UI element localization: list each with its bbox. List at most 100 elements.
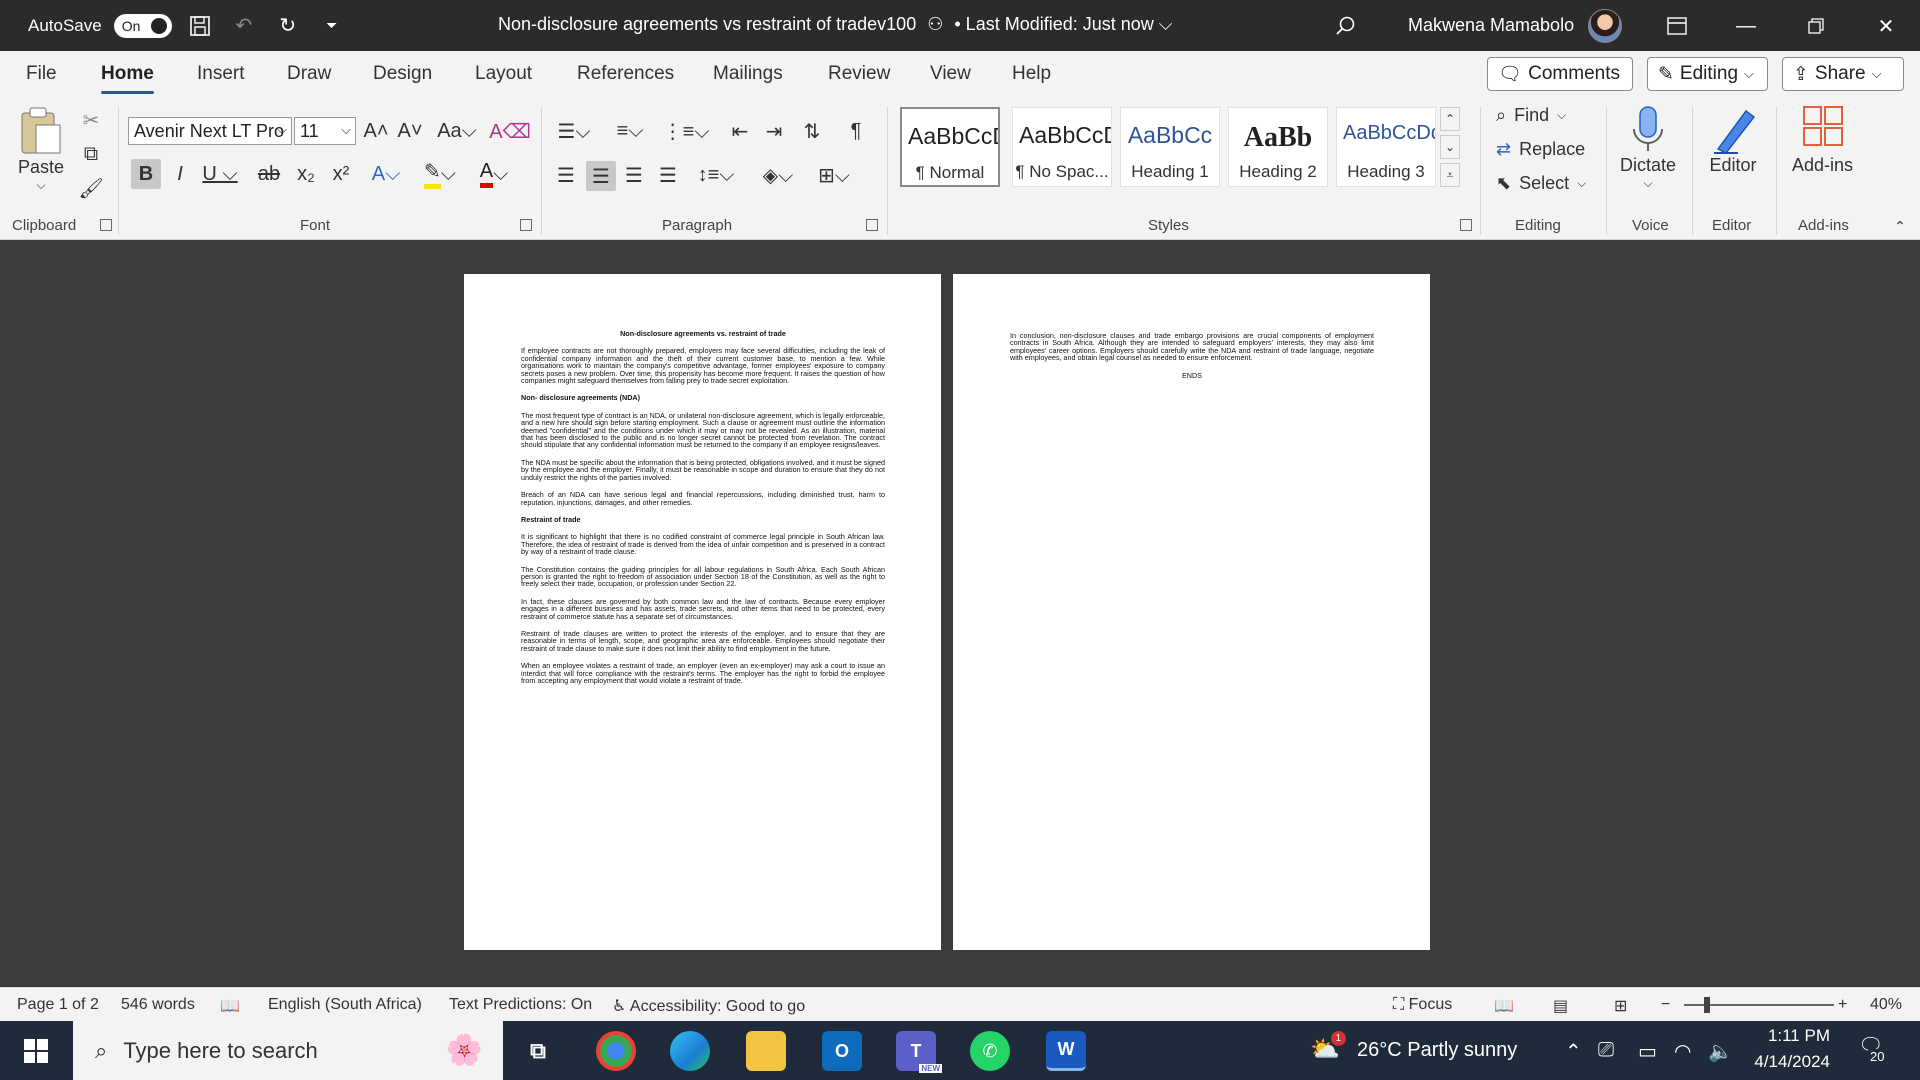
clipboard-launcher-icon[interactable] bbox=[100, 219, 112, 231]
shrink-font-icon[interactable]: A˅ bbox=[396, 117, 424, 145]
teams-icon[interactable]: T NEW bbox=[896, 1031, 942, 1073]
italic-button[interactable]: I bbox=[168, 159, 192, 189]
style-normal[interactable]: AaBbCcDd ¶ Normal bbox=[900, 107, 1000, 187]
task-view-icon[interactable]: ⧉ bbox=[518, 1031, 558, 1071]
chrome-icon[interactable] bbox=[596, 1031, 636, 1071]
page-1[interactable]: Non-disclosure agreements vs. restraint … bbox=[464, 274, 941, 950]
format-painter-icon[interactable]: 🖌 bbox=[78, 177, 103, 200]
clear-formatting-icon[interactable]: A⌫ bbox=[489, 117, 531, 145]
meet-now-icon[interactable]: ⎚ bbox=[1598, 1039, 1614, 1062]
line-spacing-icon[interactable]: ↕≡⌵ bbox=[694, 161, 738, 189]
tab-draw[interactable]: Draw bbox=[287, 63, 331, 85]
language[interactable]: English (South Africa) bbox=[268, 996, 422, 1014]
search-icon[interactable] bbox=[1330, 10, 1362, 42]
editing-mode-button[interactable]: ✎ Editing ⌵ bbox=[1647, 57, 1768, 91]
style-no-spacing[interactable]: AaBbCcDd ¶ No Spac... bbox=[1012, 107, 1112, 187]
tab-view[interactable]: View bbox=[930, 63, 971, 85]
replace-button[interactable]: ⇄ Replace bbox=[1496, 139, 1585, 160]
tab-home[interactable]: Home bbox=[101, 63, 154, 94]
weather-icon[interactable]: ⛅ 1 bbox=[1310, 1031, 1346, 1064]
font-launcher-icon[interactable] bbox=[520, 219, 532, 231]
save-icon[interactable] bbox=[184, 10, 216, 42]
accessibility-status[interactable]: ♿ Accessibility: Good to go bbox=[612, 996, 805, 1016]
zoom-out-icon[interactable]: − bbox=[1661, 996, 1670, 1014]
find-button[interactable]: ⌕ Find ⌵ bbox=[1496, 105, 1566, 126]
paragraph-launcher-icon[interactable] bbox=[866, 219, 878, 231]
whatsapp-icon[interactable]: ✆ bbox=[970, 1031, 1010, 1071]
bullets-icon[interactable]: ☰⌵ bbox=[552, 117, 596, 145]
minimize-icon[interactable]: — bbox=[1726, 10, 1766, 42]
redo-icon[interactable]: ↻ bbox=[272, 10, 304, 42]
volume-icon[interactable]: 🔈 bbox=[1708, 1039, 1733, 1064]
paste-button[interactable]: Paste ⌵ bbox=[18, 105, 64, 193]
shading-icon[interactable]: ◈⌵ bbox=[756, 161, 800, 189]
zoom-level[interactable]: 40% bbox=[1870, 996, 1902, 1014]
sort-icon[interactable]: ⇅ bbox=[798, 117, 826, 145]
notifications-icon[interactable]: 🗨 20 bbox=[1858, 1033, 1887, 1064]
share-button[interactable]: ⇪ Share ⌵ bbox=[1782, 57, 1904, 91]
styles-scroll-up-icon[interactable]: ⌃ bbox=[1440, 107, 1460, 131]
styles-launcher-icon[interactable] bbox=[1460, 219, 1472, 231]
ribbon-display-icon[interactable] bbox=[1657, 10, 1697, 42]
zoom-slider-thumb[interactable] bbox=[1704, 997, 1710, 1013]
wifi-icon[interactable]: ◠ bbox=[1674, 1039, 1691, 1064]
undo-icon[interactable]: ↶ bbox=[228, 10, 260, 42]
file-explorer-icon[interactable] bbox=[746, 1031, 786, 1071]
read-mode-icon[interactable]: 📖 bbox=[1494, 996, 1514, 1016]
windows-start-icon[interactable] bbox=[24, 1039, 48, 1063]
underline-button[interactable]: U ⌵ bbox=[200, 159, 240, 189]
clock[interactable]: 1:11 PM 4/14/2024 bbox=[1750, 1026, 1830, 1072]
font-name-select[interactable]: Avenir Next LT Pro ⌵ bbox=[128, 117, 292, 145]
increase-indent-icon[interactable]: ⇥ bbox=[760, 117, 788, 145]
style-heading-1[interactable]: AaBbCc Heading 1 bbox=[1120, 107, 1220, 187]
proofing-icon[interactable]: 📖 bbox=[220, 996, 240, 1016]
copy-icon[interactable]: ⧉ bbox=[80, 143, 102, 165]
style-heading-3[interactable]: AaBbCcDd Heading 3 bbox=[1336, 107, 1436, 187]
tab-file[interactable]: File bbox=[26, 63, 57, 85]
zoom-in-icon[interactable]: + bbox=[1838, 996, 1847, 1014]
superscript-button[interactable]: x² bbox=[328, 159, 354, 189]
tab-design[interactable]: Design bbox=[373, 63, 432, 85]
print-layout-icon[interactable]: ▤ bbox=[1553, 996, 1568, 1016]
align-left-icon[interactable]: ☰ bbox=[552, 161, 580, 189]
cut-icon[interactable]: ✂ bbox=[80, 109, 102, 132]
outlook-icon[interactable]: O bbox=[822, 1031, 862, 1071]
font-color-icon[interactable]: A ⌵ bbox=[472, 159, 516, 189]
grow-font-icon[interactable]: A˄ bbox=[362, 117, 390, 145]
align-center-icon[interactable]: ☰ bbox=[586, 161, 616, 191]
battery-icon[interactable]: ▭ bbox=[1638, 1039, 1657, 1064]
borders-icon[interactable]: ⊞⌵ bbox=[812, 161, 856, 189]
show-hidden-icons[interactable]: ⌃ bbox=[1565, 1039, 1582, 1064]
subscript-button[interactable]: x₂ bbox=[293, 159, 319, 189]
comments-button[interactable]: 🗨 Comments bbox=[1487, 57, 1633, 91]
show-formatting-icon[interactable]: ¶ bbox=[842, 117, 870, 145]
document-canvas[interactable]: Non-disclosure agreements vs. restraint … bbox=[0, 240, 1920, 987]
select-button[interactable]: ⬉ Select ⌵ bbox=[1496, 173, 1586, 194]
justify-icon[interactable]: ☰ bbox=[654, 161, 682, 189]
tab-help[interactable]: Help bbox=[1012, 63, 1051, 85]
customize-toolbar-icon[interactable]: ⏷ bbox=[316, 10, 348, 42]
text-effects-icon[interactable]: A⌵ bbox=[366, 159, 406, 189]
multilevel-list-icon[interactable]: ⋮≡⌵ bbox=[663, 117, 710, 145]
autosave-toggle[interactable]: On bbox=[113, 13, 172, 38]
highlight-color-icon[interactable]: ✎ ⌵ bbox=[418, 159, 462, 189]
tab-layout[interactable]: Layout bbox=[475, 63, 532, 85]
style-heading-2[interactable]: AaBb Heading 2 bbox=[1228, 107, 1328, 187]
text-predictions[interactable]: Text Predictions: On bbox=[449, 996, 592, 1014]
styles-scroll-down-icon[interactable]: ⌄ bbox=[1440, 135, 1460, 159]
dictate-button[interactable]: Dictate ⌵ bbox=[1620, 103, 1676, 191]
tab-references[interactable]: References bbox=[577, 63, 674, 85]
document-title-area[interactable]: Non-disclosure agreements vs restraint o… bbox=[498, 14, 1172, 35]
align-right-icon[interactable]: ☰ bbox=[620, 161, 648, 189]
font-size-select[interactable]: 11 ⌵ bbox=[294, 117, 356, 145]
collapse-ribbon-icon[interactable]: ⌃ bbox=[1890, 217, 1910, 235]
editor-button[interactable]: Editor bbox=[1708, 103, 1758, 176]
strikethrough-button[interactable]: ab bbox=[256, 159, 282, 189]
user-name[interactable]: Makwena Mamabolo bbox=[1408, 15, 1574, 36]
tab-review[interactable]: Review bbox=[828, 63, 890, 85]
close-icon[interactable]: ✕ bbox=[1866, 10, 1906, 42]
tab-insert[interactable]: Insert bbox=[197, 63, 245, 85]
styles-more-icon[interactable]: ⩡ bbox=[1440, 163, 1460, 187]
numbering-icon[interactable]: ≡⌵ bbox=[608, 117, 652, 145]
edge-icon[interactable] bbox=[670, 1031, 710, 1071]
